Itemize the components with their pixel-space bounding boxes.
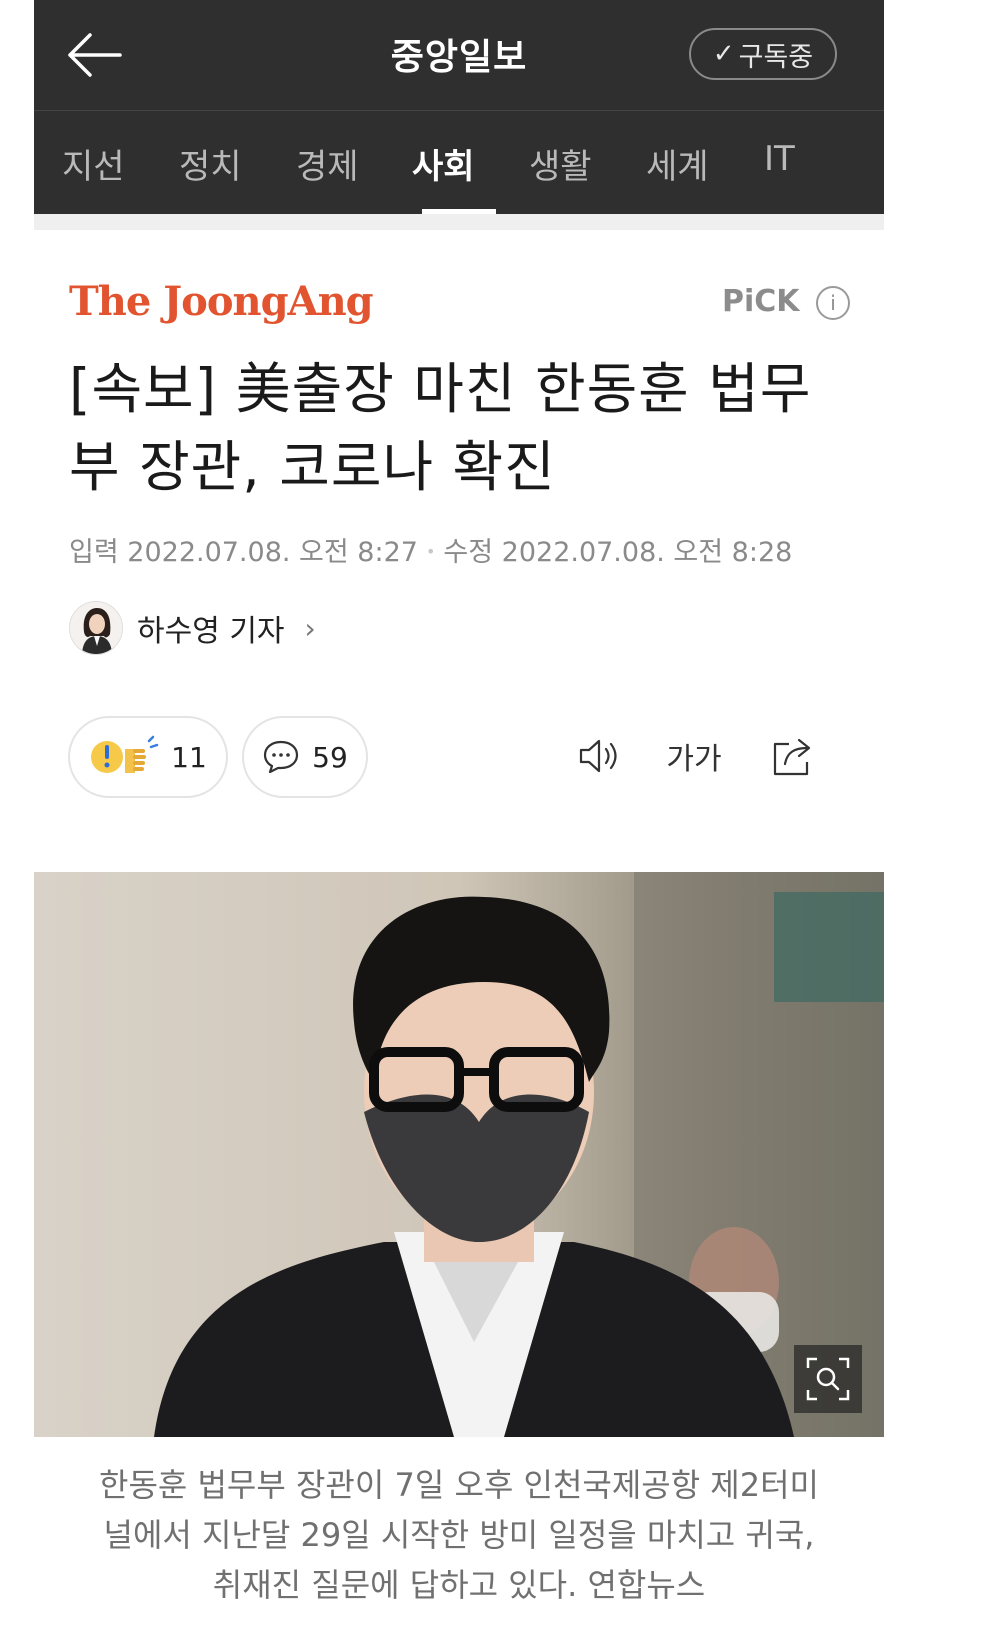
comment-button[interactable]: 59: [242, 716, 368, 798]
chevron-right-icon: ›: [304, 611, 316, 645]
check-icon: ✓: [712, 39, 735, 69]
author-name: 하수영 기자: [137, 614, 285, 649]
reaction-count: 11: [171, 740, 207, 774]
tab-life[interactable]: 생활: [529, 139, 592, 188]
photo-caption: 한동훈 법무부 장관이 7일 오후 인천국제공항 제2터미널에서 지난달 29일…: [99, 1466, 819, 1604]
tab-politics[interactable]: 정치: [179, 139, 242, 188]
speaker-icon: [579, 739, 617, 773]
article-timestamps: 입력 2022.07.08. 오전 8:27 • 수정 2022.07.08. 오전…: [69, 530, 792, 569]
article-photo[interactable]: [34, 872, 884, 1437]
share-button[interactable]: [764, 728, 820, 784]
input-date: 2022.07.08. 오전 8:27: [127, 537, 418, 568]
tab-it[interactable]: IT: [764, 139, 795, 179]
article-headline: [속보] 美출장 마친 한동훈 법무부 장관, 코로나 확진: [69, 357, 812, 499]
font-size-button[interactable]: 가가: [666, 728, 722, 784]
font-size-icon: 가가: [666, 742, 722, 777]
press-logo[interactable]: The JoongAng: [69, 278, 374, 325]
category-tabs: 지선 정치 경제 사회 생활 세계 IT: [34, 110, 884, 214]
separator-dot: •: [425, 542, 436, 561]
tab-society[interactable]: 사회: [412, 139, 475, 188]
avatar: [69, 601, 123, 655]
subscribe-button[interactable]: ✓ 구독중: [689, 28, 837, 80]
author-link[interactable]: 하수영 기자 ›: [69, 600, 316, 656]
reaction-emoji-icon: [91, 735, 159, 773]
speech-bubble-icon: [264, 740, 299, 774]
modified-date: 2022.07.08. 오전 8:28: [501, 537, 793, 568]
tab-economy[interactable]: 경제: [296, 139, 359, 188]
top-header: 중앙일보 ✓ 구독중: [34, 0, 884, 110]
info-icon[interactable]: i: [816, 286, 850, 320]
reaction-button[interactable]: 11: [68, 716, 228, 798]
tab-jiseon[interactable]: 지선: [62, 139, 125, 188]
pick-label: PiCK: [722, 284, 800, 319]
input-label: 입력: [69, 537, 119, 568]
subscribe-label: 구독중: [738, 41, 814, 73]
modified-label: 수정: [443, 537, 494, 568]
zoom-button[interactable]: [794, 1345, 862, 1413]
article-screen: 중앙일보 ✓ 구독중 지선 정치 경제 사회 생활 세계 IT The Joon…: [34, 0, 884, 1629]
comment-count: 59: [312, 740, 348, 774]
tab-world[interactable]: 세계: [646, 139, 709, 188]
listen-button[interactable]: [572, 728, 628, 784]
divider: [34, 214, 884, 230]
share-icon: [773, 738, 811, 776]
zoom-search-icon: [806, 1357, 850, 1401]
